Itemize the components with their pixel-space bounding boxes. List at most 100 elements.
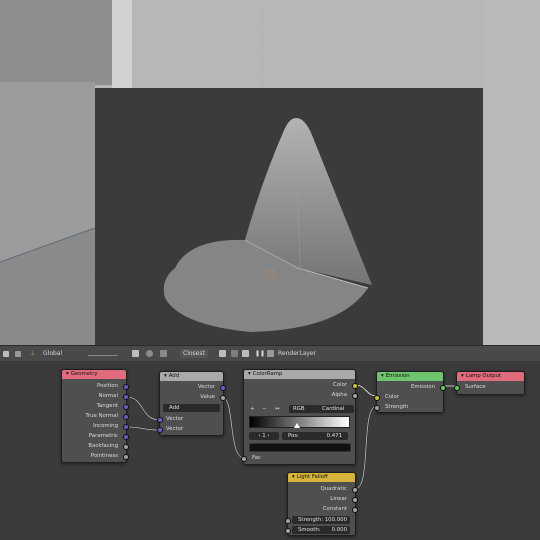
- orientation-dropdown[interactable]: Global: [43, 349, 62, 358]
- light-falloff-output-quadratic: Quadratic: [320, 486, 347, 492]
- add-input-vector-1: Vector: [166, 416, 184, 422]
- colorramp-mode-dropdown[interactable]: RGB: [289, 405, 319, 413]
- render-icon[interactable]: [219, 349, 226, 358]
- emission-input-strength: Strength: [385, 404, 409, 410]
- colorramp-pos-value: 0.471: [326, 433, 342, 439]
- light-falloff-strength-value: 100.000: [324, 517, 347, 523]
- geometry-output-position: Position: [97, 383, 118, 389]
- colorramp-stop-marker[interactable]: [294, 423, 300, 428]
- emission-node[interactable]: ▾ Emission Emission Color Strength: [374, 371, 446, 413]
- sphere-icon[interactable]: [160, 349, 167, 358]
- light-falloff-smooth-value: 0.000: [331, 527, 347, 533]
- emission-out-socket[interactable]: [440, 385, 446, 391]
- lamp-output-surface-socket[interactable]: [454, 385, 460, 391]
- layer-dropdown[interactable]: RenderLayer: [278, 349, 316, 358]
- viewport-scene: [0, 0, 540, 345]
- lamp-output-node-header[interactable]: ▾ Lamp Output: [457, 372, 524, 381]
- add-operation-dropdown[interactable]: Add: [163, 404, 220, 412]
- snap-dropdown[interactable]: Closest: [180, 349, 208, 358]
- light-falloff-smooth-label: Smooth:: [298, 527, 321, 533]
- manipulator-icon[interactable]: [15, 349, 21, 358]
- emission-strength-socket[interactable]: [374, 405, 380, 411]
- colorramp-pos-field[interactable]: Pos: 0.471: [282, 432, 348, 440]
- node-editor-canvas[interactable]: ▾ Geometry Position Normal Tangent True N…: [0, 361, 540, 540]
- colorramp-add-stop-button[interactable]: +: [250, 405, 255, 413]
- node-editor-header: ⊥ Global Closest ❚❚ RenderLayer: [0, 345, 540, 362]
- colorramp-stop-index[interactable]: ‹ 1 ›: [249, 432, 279, 440]
- geometry-tangent-socket[interactable]: [123, 404, 129, 410]
- add-output-vector: Vector: [197, 384, 215, 390]
- colorramp-flip-button[interactable]: ↔: [275, 405, 280, 413]
- light-falloff-strength-label: Strength:: [298, 517, 324, 523]
- colorramp-fac-socket[interactable]: [241, 456, 247, 462]
- geometry-parametric-socket[interactable]: [123, 434, 129, 440]
- light-falloff-constant-socket[interactable]: [352, 507, 358, 513]
- lamp-output-input-surface: Surface: [465, 384, 486, 390]
- light-falloff-smooth-field[interactable]: Smooth: 0.000: [292, 526, 350, 534]
- layer-icon[interactable]: [267, 349, 274, 358]
- add-input-vector-2: Vector: [166, 426, 184, 432]
- colorramp-output-color: Color: [332, 382, 347, 388]
- add-vector-in1-socket[interactable]: [157, 417, 163, 423]
- backdrop-icon[interactable]: [132, 349, 139, 358]
- light-falloff-node-header[interactable]: ▾ Light Falloff: [288, 473, 355, 482]
- colorramp-stop-index-value: 1: [262, 433, 266, 439]
- add-vector-out-socket[interactable]: [220, 385, 226, 391]
- colorramp-color-socket[interactable]: [352, 383, 358, 389]
- pivot-icon[interactable]: [3, 349, 9, 358]
- add-node-header[interactable]: ▾ Add: [160, 372, 223, 381]
- light-falloff-smooth-socket[interactable]: [285, 528, 291, 534]
- colorramp-interpolation-dropdown[interactable]: Cardinal: [318, 405, 354, 413]
- geometry-output-true-normal: True Normal: [85, 413, 118, 419]
- colorramp-output-alpha: Alpha: [331, 392, 347, 398]
- geometry-position-socket[interactable]: [123, 384, 129, 390]
- light-falloff-strength-field[interactable]: Strength: 100.000: [292, 516, 350, 524]
- geometry-output-incoming: Incoming: [93, 423, 118, 429]
- colorramp-node-header[interactable]: ▾ ColorRamp: [244, 370, 355, 379]
- add-node[interactable]: ▾ Add Vector Value Add Vector Vector: [157, 371, 226, 436]
- emission-output: Emission: [411, 384, 435, 390]
- colorramp-remove-stop-button[interactable]: −: [262, 405, 267, 413]
- colorramp-pos-label: Pos:: [288, 433, 299, 439]
- colorramp-color-swatch[interactable]: [249, 443, 351, 452]
- header-spacer: [88, 354, 118, 356]
- add-output-value: Value: [200, 394, 215, 400]
- geometry-output-backfacing: Backfacing: [88, 443, 118, 449]
- add-node-title: Add: [168, 373, 180, 379]
- colorramp-node[interactable]: ▾ ColorRamp Color Alpha + − ↔ RGB Cardina…: [241, 369, 358, 465]
- lamp-output-node-title: Lamp Output: [465, 373, 502, 379]
- light-falloff-node-title: Light Falloff: [296, 474, 328, 480]
- geometry-node[interactable]: ▾ Geometry Position Normal Tangent True N…: [61, 369, 129, 463]
- emission-color-socket[interactable]: [374, 395, 380, 401]
- light-falloff-linear-socket[interactable]: [352, 497, 358, 503]
- geometry-output-normal: Normal: [98, 393, 118, 399]
- lamp-output-node[interactable]: ▾ Lamp Output Surface: [454, 371, 525, 395]
- light-falloff-strength-socket[interactable]: [285, 518, 291, 524]
- geometry-output-tangent: Tangent: [96, 403, 118, 409]
- colorramp-input-fac: Fac: [252, 455, 261, 461]
- camera-icon[interactable]: [242, 349, 249, 358]
- geometry-true-normal-socket[interactable]: [123, 414, 129, 420]
- light-falloff-output-constant: Constant: [322, 506, 347, 512]
- geometry-node-header[interactable]: ▾ Geometry: [62, 370, 126, 379]
- geometry-pointiness-socket[interactable]: [123, 454, 129, 460]
- node-icon[interactable]: [146, 349, 153, 358]
- geometry-output-parametric: Parametric: [88, 433, 118, 439]
- geometry-normal-socket[interactable]: [123, 394, 129, 400]
- light-falloff-output-linear: Linear: [330, 496, 347, 502]
- light-falloff-quadratic-socket[interactable]: [352, 487, 358, 493]
- pause-icon[interactable]: ❚❚: [255, 349, 265, 358]
- add-value-out-socket[interactable]: [220, 395, 226, 401]
- emission-input-color: Color: [385, 394, 400, 400]
- colorramp-node-title: ColorRamp: [252, 371, 283, 377]
- link-value-ramp: [221, 396, 245, 459]
- light-falloff-node[interactable]: ▾ Light Falloff Quadratic Linear Constant…: [285, 472, 358, 536]
- 3d-viewport[interactable]: [0, 0, 540, 345]
- geometry-backfacing-socket[interactable]: [123, 444, 129, 450]
- geometry-incoming-socket[interactable]: [123, 424, 129, 430]
- image-icon[interactable]: [231, 349, 238, 358]
- emission-node-header[interactable]: ▾ Emission: [377, 372, 443, 381]
- colorramp-alpha-socket[interactable]: [352, 393, 358, 399]
- add-vector-in2-socket[interactable]: [157, 427, 163, 433]
- transform-orientation-icon[interactable]: ⊥: [30, 349, 35, 358]
